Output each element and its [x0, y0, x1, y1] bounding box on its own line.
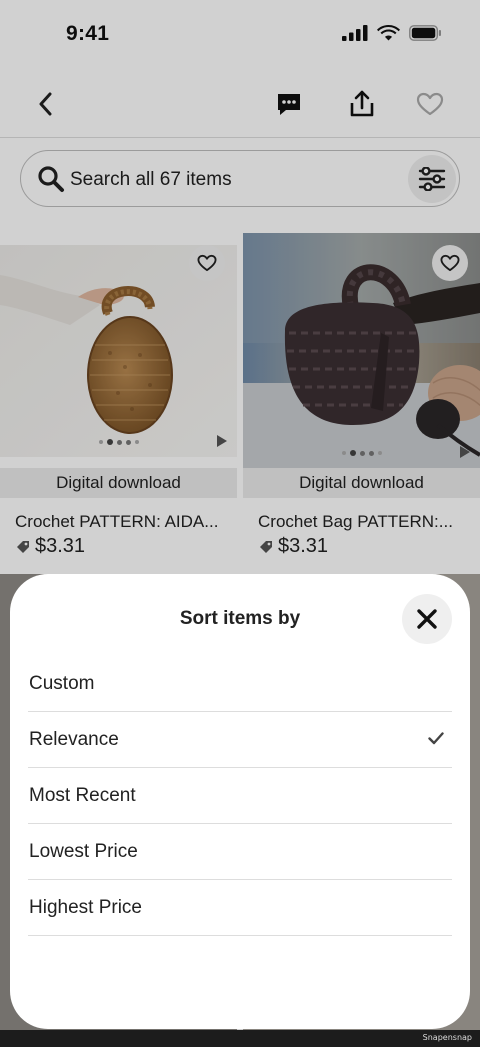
sheet-title: Sort items by [179, 608, 301, 629]
sort-option-lowest-price[interactable]: Lowest Price [28, 824, 452, 880]
sort-option-label: Custom [29, 672, 95, 694]
sort-option-most-recent[interactable]: Most Recent [28, 768, 452, 824]
sort-option-label: Lowest Price [29, 840, 138, 862]
checkmark-icon [428, 732, 444, 745]
watermark-text: Snapensnap [422, 1033, 472, 1042]
sort-options-list: Custom Relevance Most Recent Lowest Pric… [28, 656, 452, 936]
sort-option-relevance[interactable]: Relevance [28, 712, 452, 768]
sort-bottom-sheet: Sort items by Custom Relevance Most Rece… [10, 574, 470, 1029]
close-icon [417, 609, 437, 629]
close-button[interactable] [402, 594, 452, 644]
sort-option-custom[interactable]: Custom [28, 656, 452, 712]
sort-option-highest-price[interactable]: Highest Price [28, 880, 452, 936]
sort-option-label: Highest Price [29, 896, 142, 918]
footer-bar: Snapensnap [0, 1030, 480, 1047]
sort-option-label: Most Recent [29, 784, 136, 806]
app-screen: 9:41 Search all 67 items Digital downloa… [0, 0, 480, 1047]
sort-option-label: Relevance [29, 728, 119, 750]
